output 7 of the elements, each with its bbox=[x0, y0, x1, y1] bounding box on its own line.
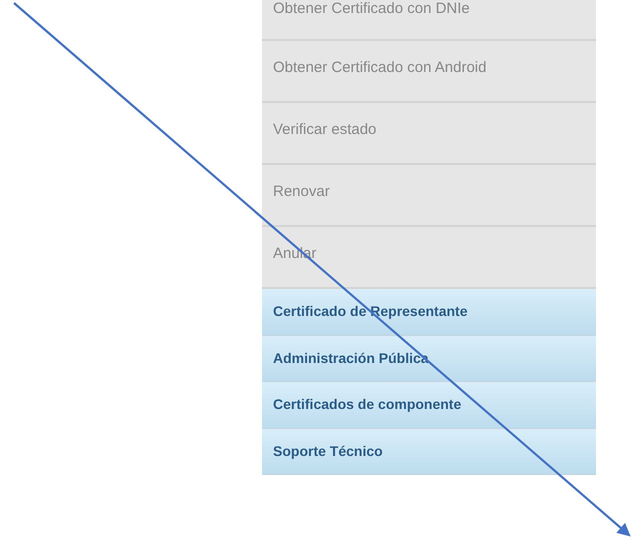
menu-item[interactable]: Obtener Certificado con DNIe bbox=[262, 0, 596, 41]
menu-item[interactable]: Renovar bbox=[262, 165, 596, 227]
menu-section[interactable]: Certificado de Representante bbox=[262, 289, 596, 336]
menu-item[interactable]: Obtener Certificado con Android bbox=[262, 41, 596, 103]
menu-item[interactable]: Verificar estado bbox=[262, 103, 596, 165]
menu-section[interactable]: Soporte Técnico bbox=[262, 428, 596, 475]
menu-section[interactable]: Certificados de componente bbox=[262, 382, 596, 428]
